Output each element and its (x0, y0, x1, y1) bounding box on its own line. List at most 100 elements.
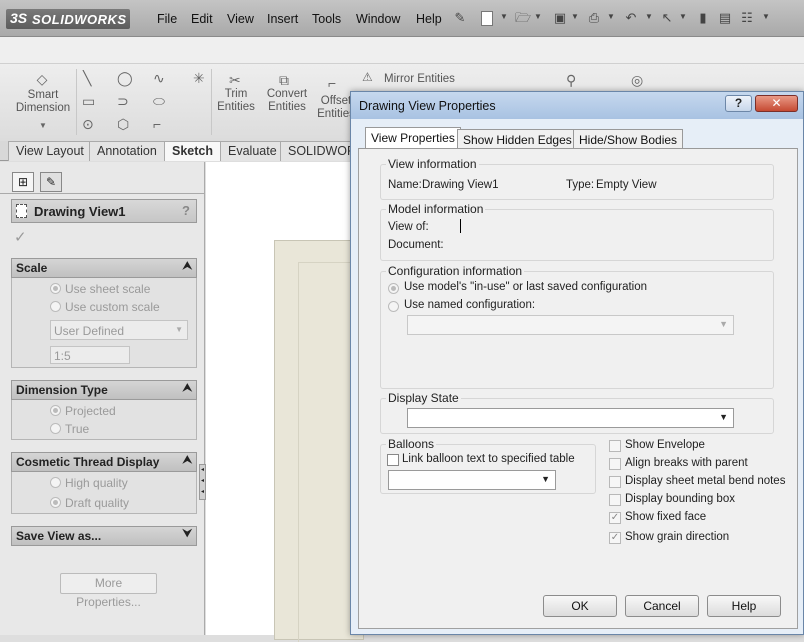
trim-entities-button[interactable]: Trim Entities (213, 88, 259, 114)
tab-hide-show-bodies[interactable]: Hide/Show Bodies (573, 129, 684, 149)
true-radio[interactable] (50, 423, 61, 434)
in-use-configuration-radio[interactable] (388, 283, 399, 294)
align-breaks-checkbox[interactable] (609, 458, 621, 470)
rebuild-icon[interactable]: ▮ (696, 10, 710, 26)
chevron-down-icon[interactable]: ▼ (607, 12, 615, 21)
display-state-select[interactable]: ▼ (407, 408, 734, 428)
circle-icon[interactable]: ◯ (117, 70, 133, 87)
property-manager-tab-icon[interactable]: ⊞ (12, 172, 34, 192)
quick-snaps-icon[interactable]: ◎ (631, 72, 643, 89)
projected-label: Projected (65, 404, 116, 418)
arc-icon[interactable]: ∿ (153, 70, 165, 87)
cancel-button[interactable]: Cancel (625, 595, 699, 617)
dialog-title-bar[interactable]: Drawing View Properties ? ✕ (351, 92, 803, 119)
relations-icon[interactable]: ⚲ (566, 72, 576, 89)
show-fixed-face-checkbox[interactable]: ✓ (609, 512, 621, 524)
ok-checkmark-icon[interactable]: ✓ (14, 228, 27, 246)
convert-entities-icon[interactable]: ⧉ (279, 72, 289, 89)
pushpin-icon[interactable]: ✎ (453, 10, 467, 26)
convert-entities-button[interactable]: Convert Entities (262, 88, 312, 114)
straight-slot-icon[interactable]: ⊙ (82, 116, 94, 133)
use-custom-scale-radio[interactable] (50, 301, 61, 312)
use-custom-scale-label: Use custom scale (65, 300, 160, 314)
rectangle-icon[interactable]: ▭ (82, 93, 95, 110)
configuration-tab-icon[interactable]: ✎ (40, 172, 62, 192)
menu-tools[interactable]: Tools (312, 12, 341, 26)
scale-section-header[interactable]: Scale ⮝ (11, 258, 197, 278)
help-icon[interactable]: ? (182, 203, 190, 218)
save-icon[interactable]: ▣ (553, 10, 567, 26)
mirror-entities-button[interactable]: Mirror Entities (384, 73, 455, 86)
select-arrow-icon[interactable]: ↖ (660, 10, 674, 26)
tab-view-layout[interactable]: View Layout (8, 141, 92, 161)
solidworks-logo[interactable]: 3S SOLIDWORKS (6, 9, 130, 29)
ok-button[interactable]: OK (543, 595, 617, 617)
tab-solidworks-addins[interactable]: SOLIDWORKS (280, 141, 360, 161)
high-quality-radio[interactable] (50, 477, 61, 488)
graphics-area[interactable] (206, 162, 364, 642)
scale-ratio-input[interactable]: 1:5 (50, 346, 130, 364)
chevron-down-icon[interactable]: ▼ (39, 121, 47, 130)
new-document-icon[interactable] (481, 11, 493, 26)
tab-evaluate[interactable]: Evaluate (220, 141, 285, 161)
save-view-section-header[interactable]: Save View as... ⮟ (11, 526, 197, 546)
more-properties-button[interactable]: More Properties... (60, 573, 157, 609)
smart-dimension-button[interactable]: Smart Dimension (8, 89, 78, 115)
menu-edit[interactable]: Edit (191, 12, 213, 26)
text-icon[interactable]: ⌐ (153, 116, 161, 132)
collapse-chevron-icon[interactable]: ⮝ (183, 454, 192, 467)
dialog-close-button[interactable]: ✕ (755, 95, 798, 112)
balloon-table-select[interactable]: ▼ (388, 470, 556, 490)
chevron-down-icon[interactable]: ▼ (645, 12, 653, 21)
named-configuration-select[interactable]: ▼ (407, 315, 734, 335)
menu-view[interactable]: View (227, 12, 254, 26)
polygon-icon[interactable]: ⬡ (117, 116, 129, 133)
collapse-chevron-icon[interactable]: ⮝ (183, 260, 192, 273)
tab-sketch[interactable]: Sketch (164, 141, 221, 161)
projected-radio[interactable] (50, 405, 61, 416)
dialog-help-button[interactable]: ? (725, 95, 752, 112)
file-properties-icon[interactable]: ▤ (718, 10, 732, 26)
point-icon[interactable]: ✳ (193, 70, 205, 87)
tab-view-properties[interactable]: View Properties (365, 127, 461, 149)
expand-chevron-icon[interactable]: ⮟ (183, 528, 192, 541)
panel-splitter-handle[interactable]: ◂ ◂ ◂ (199, 464, 206, 500)
menu-insert[interactable]: Insert (267, 12, 298, 26)
mirror-entities-icon[interactable]: ⚠ (362, 70, 373, 84)
chevron-down-icon[interactable]: ▼ (762, 12, 770, 21)
dimension-type-section-header[interactable]: Dimension Type ⮝ (11, 380, 197, 400)
name-value: Drawing View1 (422, 179, 499, 191)
chevron-down-icon[interactable]: ▼ (500, 12, 508, 21)
chevron-down-icon[interactable]: ▼ (571, 12, 579, 21)
draft-quality-radio[interactable] (50, 497, 61, 508)
tab-show-hidden-edges[interactable]: Show Hidden Edges (457, 129, 578, 149)
menu-help[interactable]: Help (416, 12, 442, 26)
offset-entities-icon[interactable]: ⌐ (328, 75, 336, 91)
line-icon[interactable]: ╲ (83, 70, 91, 87)
undo-icon[interactable]: ↶ (624, 10, 638, 26)
sheet-metal-notes-checkbox[interactable] (609, 476, 621, 488)
show-envelope-checkbox[interactable] (609, 440, 621, 452)
save-view-header-label: Save View as... (16, 529, 102, 543)
link-balloon-text-checkbox[interactable] (387, 454, 399, 466)
open-folder-icon[interactable]: 🗁 (515, 10, 531, 26)
menu-file[interactable]: File (157, 12, 177, 26)
collapse-chevron-icon[interactable]: ⮝ (183, 382, 192, 395)
smart-dimension-icon[interactable]: ◇ (32, 71, 52, 88)
named-configuration-radio[interactable] (388, 301, 399, 312)
print-icon[interactable]: ⎙ (587, 10, 601, 26)
help-button[interactable]: Help (707, 595, 781, 617)
use-sheet-scale-radio[interactable] (50, 283, 61, 294)
slot-icon[interactable]: ⊃ (117, 93, 129, 110)
custom-scale-select[interactable]: User Defined ▼ (50, 320, 188, 340)
trim-entities-icon[interactable]: ✂ (229, 72, 241, 89)
chevron-down-icon[interactable]: ▼ (534, 12, 542, 21)
tab-annotation[interactable]: Annotation (89, 141, 165, 161)
ellipse-icon[interactable]: ⬭ (153, 93, 165, 110)
chevron-down-icon[interactable]: ▼ (679, 12, 687, 21)
options-icon[interactable]: ☷ (740, 10, 754, 26)
bounding-box-checkbox[interactable] (609, 494, 621, 506)
show-grain-direction-checkbox[interactable]: ✓ (609, 532, 621, 544)
cosmetic-thread-section-header[interactable]: Cosmetic Thread Display ⮝ (11, 452, 197, 472)
menu-window[interactable]: Window (356, 12, 400, 26)
